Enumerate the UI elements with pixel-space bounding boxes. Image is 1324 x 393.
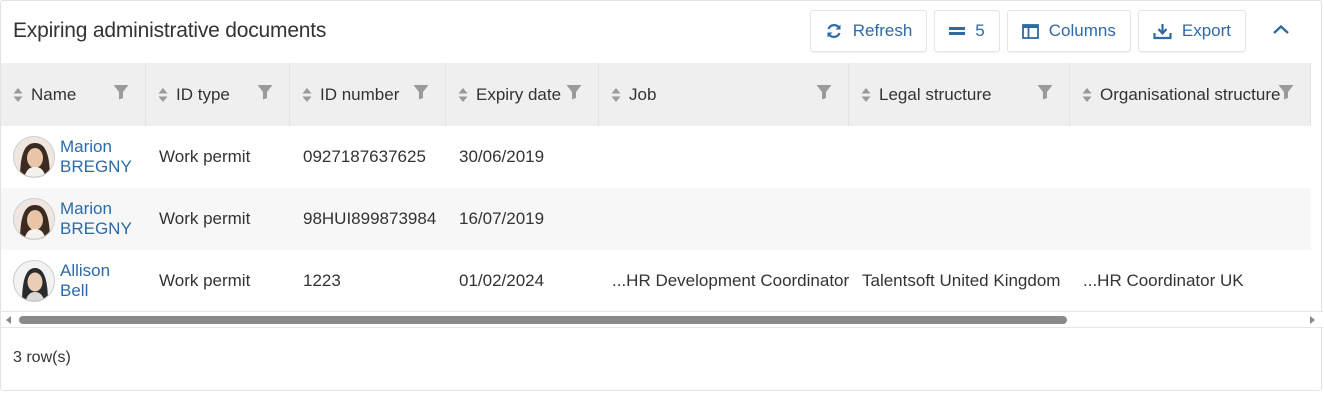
columns-icon xyxy=(1021,23,1039,39)
column-header-expiry-date[interactable]: Expiry date xyxy=(446,63,599,126)
person-name-link[interactable]: Marion BREGNY xyxy=(60,199,132,239)
horizontal-scrollbar[interactable] xyxy=(1,311,1323,328)
person-first-name: Allison xyxy=(60,261,111,280)
sort-icon[interactable] xyxy=(611,87,621,103)
id-number-cell: 0927187637625 xyxy=(303,147,426,166)
person-first-name: Marion xyxy=(60,137,112,156)
expiry-date-cell: 01/02/2024 xyxy=(459,271,545,290)
person-name-link[interactable]: Allison Bell xyxy=(60,261,110,301)
table-row[interactable]: Marion BREGNY Work permit 0927187637625 … xyxy=(1,126,1311,188)
column-header-label: Job xyxy=(629,84,657,104)
export-label: Export xyxy=(1181,21,1231,40)
scroll-right-icon[interactable] xyxy=(1310,316,1315,324)
table-header: Name ID type ID number Expiry date Job L… xyxy=(1,63,1311,126)
organisational-structure-cell xyxy=(1070,126,1311,188)
row-count: 3 row(s) xyxy=(13,349,71,366)
legal-structure-cell xyxy=(849,188,1070,250)
filter-icon[interactable] xyxy=(113,84,129,105)
refresh-label: Refresh xyxy=(852,21,913,40)
column-header-id-number[interactable]: ID number xyxy=(290,63,446,126)
filter-icon[interactable] xyxy=(413,84,429,105)
rows-per-page-button[interactable]: 5 xyxy=(934,10,1000,52)
rows-per-page-label: 5 xyxy=(975,21,985,40)
id-number-cell: 98HUI899873984 xyxy=(303,209,437,228)
column-header-legal-structure[interactable]: Legal structure xyxy=(849,63,1070,126)
column-header-id-type[interactable]: ID type xyxy=(146,63,290,126)
refresh-button[interactable]: Refresh xyxy=(809,10,928,52)
sort-icon[interactable] xyxy=(458,87,468,103)
expiry-date-cell: 16/07/2019 xyxy=(459,209,545,228)
table-row[interactable]: Allison Bell Work permit 1223 01/02/2024… xyxy=(1,250,1311,312)
sort-icon[interactable] xyxy=(302,87,312,103)
avatar xyxy=(13,260,55,302)
id-type-cell: Work permit xyxy=(159,271,251,290)
person-name-link[interactable]: Marion BREGNY xyxy=(60,137,132,177)
organisational-structure-cell xyxy=(1070,188,1311,250)
column-header-label: Legal structure xyxy=(879,84,992,104)
sort-icon[interactable] xyxy=(13,87,23,103)
export-button[interactable]: Export xyxy=(1137,10,1246,52)
scroll-left-icon[interactable] xyxy=(6,316,11,324)
columns-label: Columns xyxy=(1048,21,1116,40)
refresh-icon xyxy=(825,22,843,40)
column-header-organisational-structure[interactable]: Organisational structure xyxy=(1070,63,1311,126)
rows-icon xyxy=(949,25,966,37)
table-row[interactable]: Marion BREGNY Work permit 98HUI899873984… xyxy=(1,188,1311,250)
column-header-job[interactable]: Job xyxy=(599,63,849,126)
avatar xyxy=(13,136,55,178)
person-last-name: Bell xyxy=(60,281,89,300)
job-cell xyxy=(599,126,849,188)
panel-header: Expiring administrative documents Refres… xyxy=(1,1,1321,63)
panel-title: Expiring administrative documents xyxy=(13,19,327,42)
filter-icon[interactable] xyxy=(1278,84,1294,105)
id-type-cell: Work permit xyxy=(159,147,251,166)
person-cell: Marion BREGNY xyxy=(1,188,146,250)
id-number-cell: 1223 xyxy=(303,271,341,290)
scrollbar-thumb[interactable] xyxy=(19,316,1067,324)
toolbar: Refresh 5 Columns Export xyxy=(809,10,1301,52)
id-type-cell: Work permit xyxy=(159,209,251,228)
column-header-label: ID number xyxy=(320,84,400,104)
legal-structure-cell xyxy=(849,126,1070,188)
job-cell: ...HR Development Coordinator xyxy=(612,271,850,290)
filter-icon[interactable] xyxy=(566,84,582,105)
person-cell: Allison Bell xyxy=(1,250,146,312)
person-last-name: BREGNY xyxy=(60,157,132,176)
legal-structure-cell: Talentsoft United Kingdom xyxy=(862,271,1061,290)
columns-button[interactable]: Columns xyxy=(1006,10,1131,52)
person-cell: Marion BREGNY xyxy=(1,126,146,188)
sort-icon[interactable] xyxy=(158,87,168,103)
column-header-label: Name xyxy=(31,84,77,104)
organisational-structure-cell: ...HR Coordinator UK xyxy=(1083,271,1244,290)
collapse-button[interactable] xyxy=(1261,10,1301,52)
column-header-label: Organisational structure xyxy=(1100,84,1281,104)
documents-table: Name ID type ID number Expiry date Job L… xyxy=(1,63,1311,312)
sort-icon[interactable] xyxy=(1082,87,1092,103)
column-header-label: ID type xyxy=(176,84,230,104)
avatar xyxy=(13,198,55,240)
filter-icon[interactable] xyxy=(1037,84,1053,105)
column-header-label: Expiry date xyxy=(476,84,562,104)
expiring-documents-panel: Expiring administrative documents Refres… xyxy=(0,0,1323,391)
person-first-name: Marion xyxy=(60,199,112,218)
job-cell xyxy=(599,188,849,250)
filter-icon[interactable] xyxy=(816,84,832,105)
chevron-up-icon xyxy=(1272,22,1290,40)
person-last-name: BREGNY xyxy=(60,219,132,238)
column-header-name[interactable]: Name xyxy=(1,63,146,126)
export-icon xyxy=(1153,23,1172,40)
filter-icon[interactable] xyxy=(257,84,273,105)
sort-icon[interactable] xyxy=(861,87,871,103)
expiry-date-cell: 30/06/2019 xyxy=(459,147,545,166)
